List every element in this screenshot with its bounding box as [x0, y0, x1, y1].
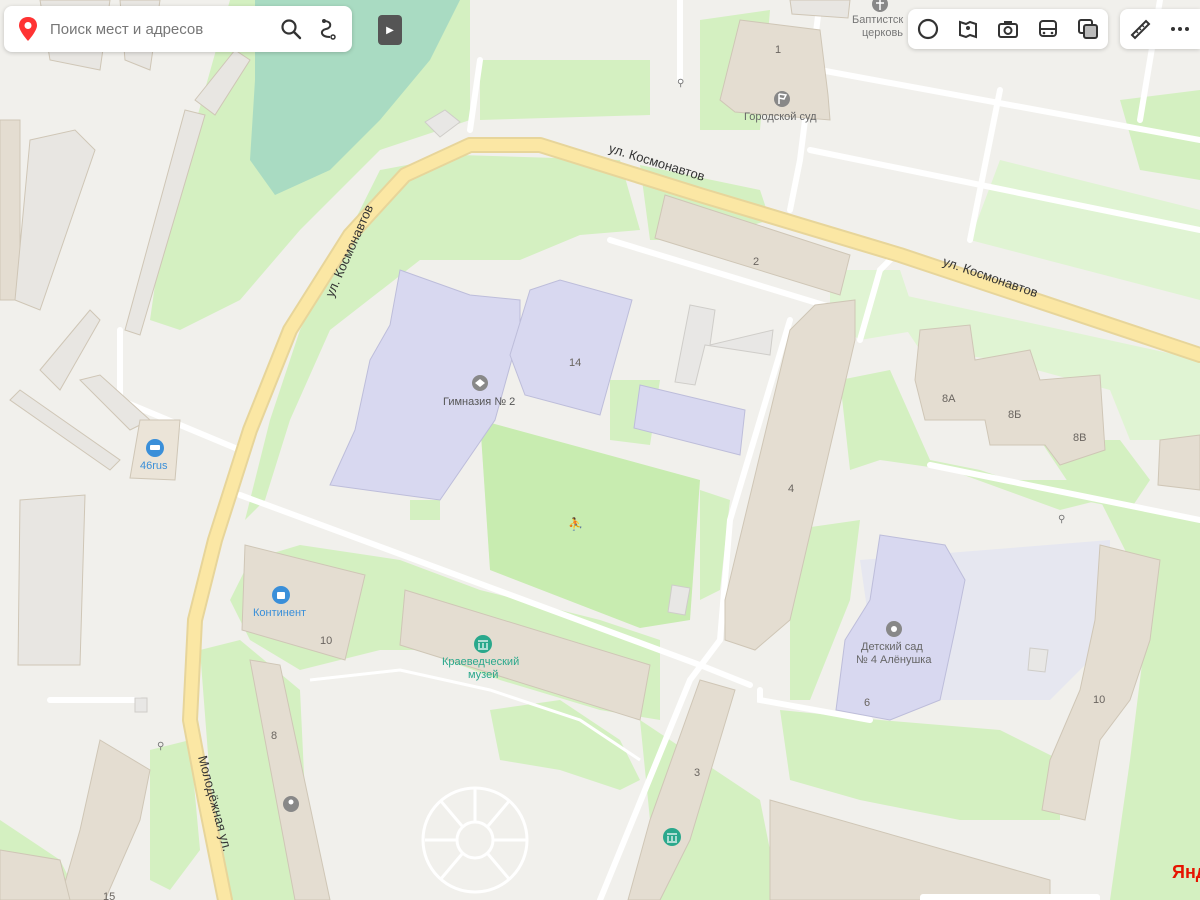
- court-icon[interactable]: [774, 91, 790, 107]
- house-number: 6: [864, 697, 870, 709]
- label-kindergarten-2: № 4 Алёнушка: [856, 654, 932, 666]
- house-number: 15: [103, 891, 115, 900]
- house-number: 14: [569, 357, 581, 369]
- label-car-service: 46rus: [140, 460, 168, 472]
- more-icon: [1171, 27, 1189, 31]
- label-baptist-2: церковь: [862, 27, 903, 39]
- svg-text:⚲: ⚲: [1058, 514, 1065, 525]
- scale-bar: [920, 894, 1100, 900]
- camera-icon: [998, 21, 1018, 38]
- location-pin-icon: [19, 17, 37, 41]
- ruler-icon: [1130, 19, 1151, 40]
- kindergarten-icon[interactable]: [886, 621, 902, 637]
- layers-circle-button[interactable]: [913, 14, 943, 44]
- car-service-icon[interactable]: [146, 439, 164, 457]
- house-number: 8Б: [1008, 409, 1021, 421]
- search-input[interactable]: Поиск мест и адресов: [50, 21, 276, 38]
- collapse-panel-button[interactable]: ▶: [378, 15, 402, 45]
- panorama-button[interactable]: [953, 14, 983, 44]
- svg-text:⛹: ⛹: [568, 516, 583, 531]
- layers-circle-icon: [917, 18, 939, 40]
- label-museum-1: Краеведческий: [442, 656, 519, 668]
- route-button[interactable]: [314, 14, 344, 44]
- bus-icon: [1039, 20, 1057, 37]
- ruler-button[interactable]: [1125, 14, 1155, 44]
- tools-toolbar: [1120, 9, 1200, 49]
- photo-button[interactable]: [993, 14, 1023, 44]
- map-layers-icon: [1078, 19, 1098, 39]
- panorama-icon: [959, 20, 977, 39]
- brand-logo: Янд: [1172, 862, 1200, 882]
- house-number: 3: [694, 767, 700, 779]
- house-number: 10: [1093, 694, 1105, 706]
- map-layers-button[interactable]: [1073, 14, 1103, 44]
- house-number: 8: [271, 730, 277, 742]
- shop-icon[interactable]: [272, 586, 290, 604]
- house-number: 10: [320, 635, 332, 647]
- label-baptist-1: Баптистск: [852, 14, 903, 26]
- map-canvas[interactable]: ⛹ ⚲⚲⚲ ул. Космонавтов ул. Космонавтов ул…: [0, 0, 1200, 900]
- house-number: 8А: [942, 393, 956, 405]
- search-bar[interactable]: Поиск мест и адресов: [4, 6, 352, 52]
- label-continent: Континент: [253, 607, 306, 619]
- label-museum-2: музей: [468, 669, 498, 681]
- service-icon[interactable]: [283, 796, 299, 812]
- more-button[interactable]: [1165, 14, 1195, 44]
- transport-button[interactable]: [1033, 14, 1063, 44]
- map-toolbar: [908, 9, 1108, 49]
- label-gymnasium: Гимназия № 2: [443, 396, 515, 408]
- label-kindergarten-1: Детский сад: [861, 641, 923, 653]
- svg-text:⚲: ⚲: [677, 78, 684, 89]
- house-number: 2: [753, 256, 759, 268]
- gymnasium-icon[interactable]: [472, 375, 488, 391]
- house-number: 1: [775, 44, 781, 56]
- label-court: Городской суд: [744, 111, 817, 123]
- house-number: 8В: [1073, 432, 1086, 444]
- route-icon: [320, 19, 336, 40]
- museum-icon-2[interactable]: [663, 828, 681, 846]
- search-button[interactable]: [276, 14, 306, 44]
- sports-icon: ⛹: [568, 516, 583, 531]
- house-number: 4: [788, 483, 794, 495]
- search-icon: [281, 19, 302, 40]
- svg-text:⚲: ⚲: [157, 741, 164, 752]
- museum-icon[interactable]: [474, 635, 492, 653]
